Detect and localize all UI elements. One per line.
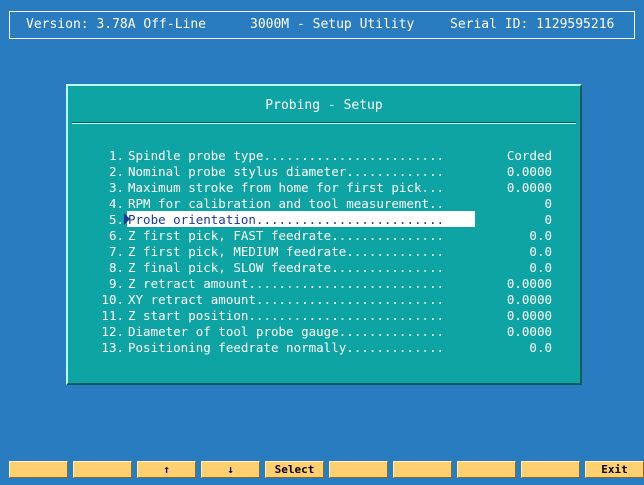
settings-item[interactable]: 3. Maximum stroke from home for first pic…: [98, 180, 566, 195]
item-value: 0.0000: [506, 180, 552, 195]
item-label: Z first pick, MEDIUM feedrate...........…: [128, 244, 445, 259]
item-number: 11.: [101, 308, 124, 323]
item-label: Nominal probe stylus diameter...........…: [128, 164, 445, 179]
item-label: Z first pick, FAST feedrate.............…: [128, 228, 445, 243]
fkey-1-button[interactable]: [9, 461, 68, 478]
title-bar: Version: 3.78A Off-Line 3000M - Setup Ut…: [9, 11, 635, 39]
fkey-6-button[interactable]: [329, 461, 388, 478]
item-number: 9.: [108, 276, 124, 291]
item-label: RPM for calibration and tool measurement…: [128, 196, 445, 211]
item-number: 12.: [101, 324, 124, 339]
item-number: 2.: [108, 164, 124, 179]
exit-button[interactable]: Exit: [585, 461, 644, 478]
item-value: Corded: [506, 148, 552, 163]
app-title: 3000M - Setup Utility: [250, 17, 415, 32]
item-value: 0.0000: [506, 276, 552, 291]
item-value: 0.0: [529, 244, 552, 259]
item-label: Z retract amount........................…: [128, 276, 445, 291]
item-value: 0.0000: [506, 164, 552, 179]
item-number: 5.: [108, 212, 124, 227]
dialog-divider: [72, 122, 576, 124]
fkey-2-button[interactable]: [73, 461, 132, 478]
fkey-7-button[interactable]: [393, 461, 452, 478]
item-label: Z final pick, SLOW feedrate.............…: [128, 260, 445, 275]
item-number: 8.: [108, 260, 124, 275]
item-value: 0: [544, 212, 552, 227]
settings-item[interactable]: 10. XY retract amount....................…: [98, 292, 566, 307]
probing-setup-dialog: Probing - Setup 1. Spindle probe type....…: [66, 84, 582, 385]
settings-item[interactable]: 5. Probe orientation.....................…: [98, 211, 566, 227]
item-label: Maximum stroke from home for first pick.…: [128, 180, 445, 195]
item-value: 0.0000: [506, 308, 552, 323]
settings-item[interactable]: 9. Z retract amount......................…: [98, 276, 566, 291]
item-number: 7.: [108, 244, 124, 259]
settings-item[interactable]: 12. Diameter of tool probe gauge.........…: [98, 324, 566, 339]
serial-id: Serial ID: 1129595216: [450, 17, 615, 32]
item-number: 1.: [108, 148, 124, 163]
item-number: 10.: [101, 292, 124, 307]
item-label: Z start position........................…: [128, 308, 445, 323]
settings-item[interactable]: 8. Z final pick, SLOW feedrate...........…: [98, 260, 566, 275]
settings-item[interactable]: 4. RPM for calibration and tool measureme…: [98, 196, 566, 211]
down-arrow-button[interactable]: ↓: [201, 461, 260, 478]
item-number: 6.: [108, 228, 124, 243]
function-key-bar: ↑ ↓ Select Exit: [0, 461, 644, 478]
settings-item[interactable]: 6. Z first pick, FAST feedrate...........…: [98, 228, 566, 243]
version-label: Version: 3.78A Off-Line: [26, 17, 207, 32]
item-value: 0.0: [529, 340, 552, 355]
settings-item[interactable]: 1. Spindle probe type....................…: [98, 148, 566, 163]
item-number: 13.: [101, 340, 124, 355]
screen: Version: 3.78A Off-Line 3000M - Setup Ut…: [0, 0, 644, 485]
item-label: Spindle probe type......................…: [128, 148, 445, 163]
item-number: 4.: [108, 196, 124, 211]
item-value: 0.0: [529, 228, 552, 243]
select-button[interactable]: Select: [265, 461, 324, 478]
up-arrow-button[interactable]: ↑: [137, 461, 196, 478]
dialog-title: Probing - Setup: [265, 98, 383, 113]
settings-item[interactable]: 7. Z first pick, MEDIUM feedrate.........…: [98, 244, 566, 259]
fkey-9-button[interactable]: [521, 461, 580, 478]
settings-item[interactable]: 13. Positioning feedrate normally........…: [98, 340, 566, 355]
item-label: Probe orientation.......................…: [128, 212, 445, 227]
item-number: 3.: [108, 180, 124, 195]
item-value: 0.0000: [506, 324, 552, 339]
item-value: 0: [544, 196, 552, 211]
item-label: Positioning feedrate normally...........…: [128, 340, 445, 355]
item-value: 0.0000: [506, 292, 552, 307]
item-label: Diameter of tool probe gauge............…: [128, 324, 445, 339]
settings-item[interactable]: 11. Z start position.....................…: [98, 308, 566, 323]
item-label: XY retract amount.......................…: [128, 292, 445, 307]
fkey-8-button[interactable]: [457, 461, 516, 478]
item-value: 0.0: [529, 260, 552, 275]
settings-item[interactable]: 2. Nominal probe stylus diameter.........…: [98, 164, 566, 179]
